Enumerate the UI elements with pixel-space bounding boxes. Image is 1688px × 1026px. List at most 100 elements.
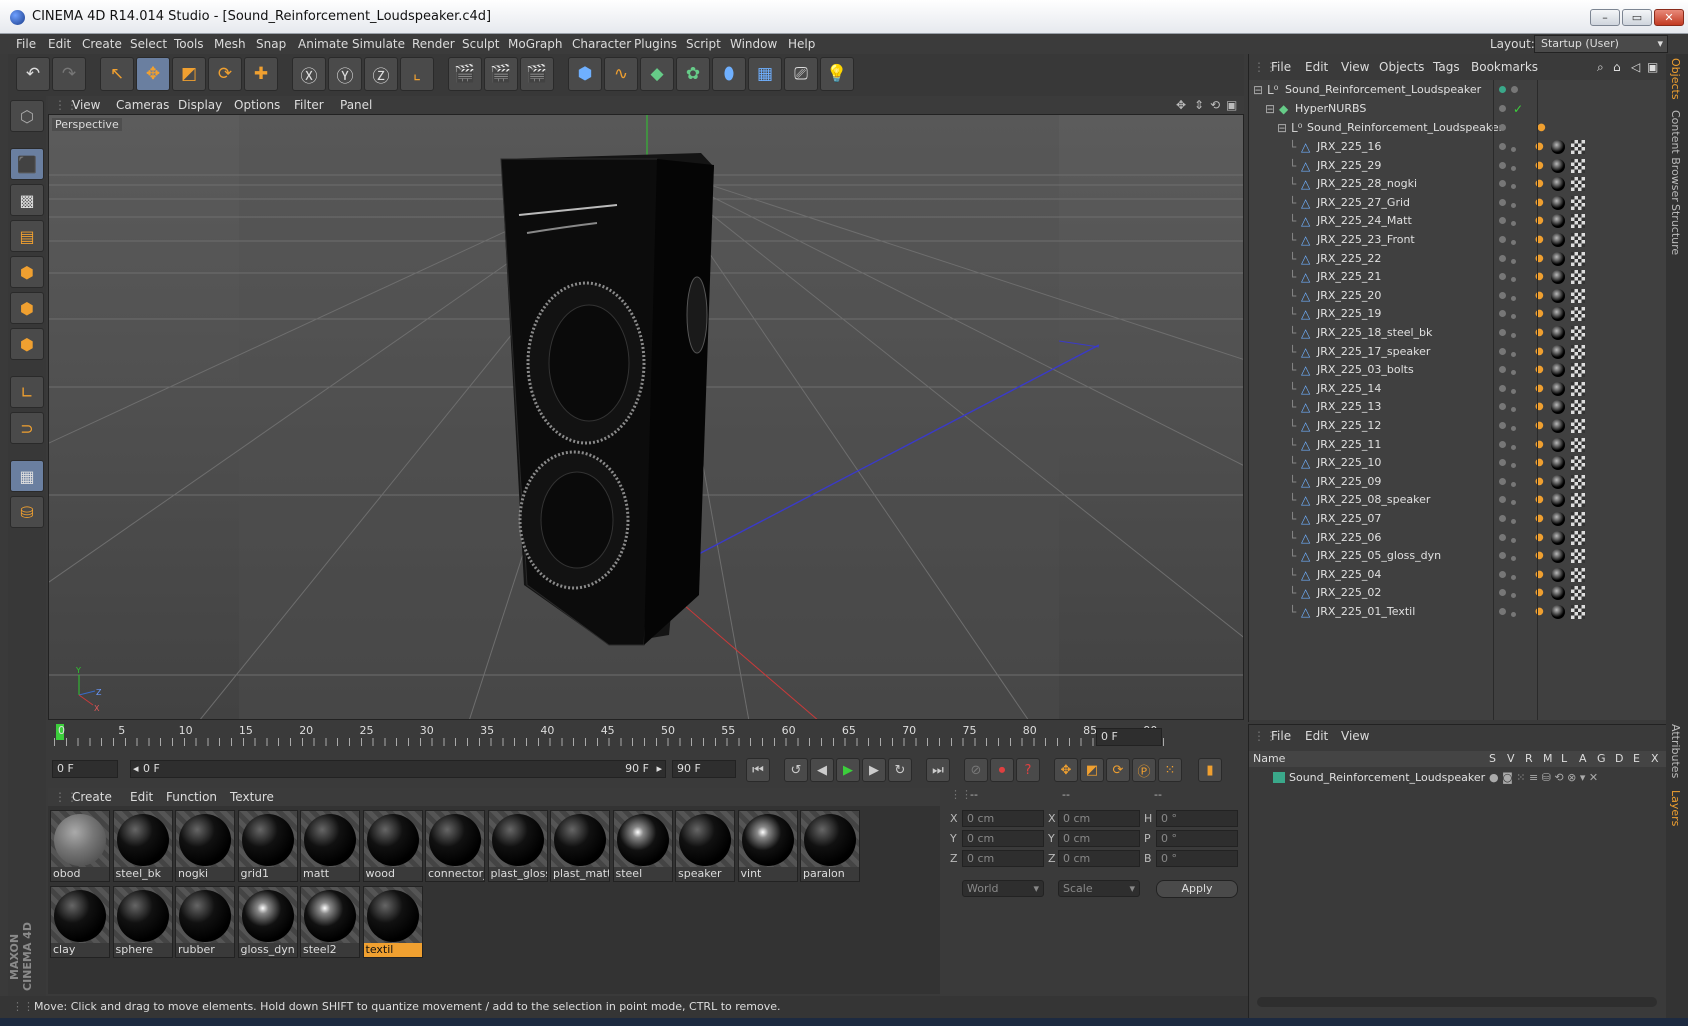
object-row[interactable]: └ △ JRX_225_01_Textil ● <box>1249 602 1667 622</box>
viewport-menu-view[interactable]: View <box>72 98 100 112</box>
editor-visibility-dot-icon[interactable] <box>1499 236 1506 243</box>
layout-dropdown[interactable]: Startup (User) ▾ <box>1534 35 1668 53</box>
material-tag-icon[interactable] <box>1551 140 1565 154</box>
object-row[interactable]: └ △ JRX_225_19 ● <box>1249 304 1667 324</box>
layer-col-s[interactable]: S <box>1489 752 1496 765</box>
editor-visibility-dot-icon[interactable] <box>1499 273 1506 281</box>
object-row[interactable]: └ △ JRX_225_16 ● <box>1249 137 1667 157</box>
next-frame-button[interactable]: ▶ <box>862 758 886 782</box>
maximize-button[interactable]: ▭ <box>1622 9 1652 26</box>
material-tag-icon[interactable] <box>1551 363 1565 378</box>
material-tag-icon[interactable] <box>1551 530 1565 545</box>
material-swatch[interactable]: plast_gloss <box>487 810 548 882</box>
key-parameter-button[interactable]: Ⓟ <box>1132 758 1156 782</box>
uvw-tag-icon[interactable] <box>1571 195 1585 210</box>
material-swatch[interactable]: plast_matt <box>550 810 610 882</box>
previous-key-button[interactable]: ↺ <box>784 758 808 782</box>
menu-create[interactable]: Create <box>82 37 122 51</box>
menu-window[interactable]: Window <box>730 37 777 51</box>
key-position-button[interactable]: ✥ <box>1054 758 1078 782</box>
render-visibility-dot-icon[interactable] <box>1511 351 1516 357</box>
uvw-tag-icon[interactable] <box>1571 419 1585 433</box>
uvw-tag-icon[interactable] <box>1571 512 1585 526</box>
layer-menu-edit[interactable]: Edit <box>1305 729 1328 743</box>
material-tag-icon[interactable] <box>1551 586 1565 601</box>
perspective-viewport[interactable]: Y Z X Perspective <box>48 114 1244 720</box>
editor-visibility-dot-icon[interactable] <box>1499 366 1506 374</box>
editor-visibility-dot-icon[interactable] <box>1499 515 1506 522</box>
uvw-tag-icon[interactable] <box>1571 233 1585 247</box>
uvw-tag-icon[interactable] <box>1571 326 1585 340</box>
layer-col-name[interactable]: Name <box>1253 752 1285 765</box>
workplane-mode-button[interactable]: ▤ <box>10 220 44 252</box>
search-icon[interactable]: ⌕ <box>1597 60 1604 75</box>
tab-layers[interactable]: Layers <box>1669 790 1682 826</box>
rotation-p-field[interactable]: 0 ° <box>1156 830 1238 847</box>
material-tag-icon[interactable] <box>1551 381 1565 396</box>
material-swatch[interactable]: vint <box>737 810 798 882</box>
autokey-button[interactable]: ⏺ <box>990 758 1014 782</box>
menu-snap[interactable]: Snap <box>256 37 286 51</box>
array-button[interactable]: ✿ <box>676 57 710 91</box>
uvw-tag-icon[interactable] <box>1571 344 1585 359</box>
object-row-hypernurbs[interactable]: ⊟ ◆ HyperNURBS ✓ <box>1249 99 1667 119</box>
object-row[interactable]: └ △ JRX_225_22 ● <box>1249 249 1667 269</box>
key-scale-button[interactable]: ◩ <box>1080 758 1104 782</box>
render-visibility-dot-icon[interactable] <box>1511 537 1516 543</box>
menu-mograph[interactable]: MoGraph <box>508 37 563 51</box>
object-row[interactable]: └ △ JRX_225_06 ● <box>1249 528 1667 548</box>
material-tag-icon[interactable] <box>1551 400 1565 415</box>
layer-col-e[interactable]: E <box>1633 752 1640 765</box>
rotate-tool-button[interactable]: ⟳ <box>208 57 242 91</box>
zoom-view-icon[interactable]: ⇕ <box>1194 98 1204 112</box>
uvw-tag-icon[interactable] <box>1571 140 1585 154</box>
om-menu-file[interactable]: File <box>1271 60 1291 74</box>
viewport-menu-options[interactable]: Options <box>234 98 280 112</box>
object-row[interactable]: └ △ JRX_225_10 ● <box>1249 453 1667 473</box>
editor-visibility-dot-icon[interactable] <box>1499 143 1506 150</box>
uvw-tag-icon[interactable] <box>1571 586 1585 601</box>
polygons-mode-button[interactable]: ⬢ <box>10 328 44 360</box>
editor-visibility-dot-icon[interactable] <box>1499 254 1506 262</box>
uvw-tag-icon[interactable] <box>1571 158 1585 173</box>
object-row[interactable]: └ △ JRX_225_02 ● <box>1249 583 1667 603</box>
material-swatch[interactable]: connector_ <box>425 810 485 882</box>
material-swatch[interactable]: wood <box>362 810 423 882</box>
om-menu-bookmarks[interactable]: Bookmarks <box>1471 60 1538 74</box>
om-menu-view[interactable]: View <box>1341 60 1369 74</box>
editor-visibility-dot-icon[interactable] <box>1499 589 1506 597</box>
uvw-tag-icon[interactable] <box>1571 437 1585 452</box>
editor-visibility-dot-icon[interactable] <box>1499 198 1506 206</box>
render-picture-viewer-button[interactable]: 🎬 <box>484 57 518 91</box>
object-row[interactable]: └ △ JRX_225_12 ● <box>1249 416 1667 436</box>
uvw-tag-icon[interactable] <box>1571 605 1585 619</box>
collapse-icon[interactable]: ⊟ <box>1277 121 1287 135</box>
menu-script[interactable]: Script <box>686 37 721 51</box>
render-visibility-dot-icon[interactable] <box>1511 184 1516 190</box>
material-tag-icon[interactable] <box>1551 214 1565 229</box>
material-tag-icon[interactable] <box>1551 493 1565 508</box>
render-visibility-dot-icon[interactable] <box>1511 407 1516 413</box>
size-y-field[interactable]: 0 cm <box>1058 830 1140 847</box>
tab-structure[interactable]: Structure <box>1669 204 1682 255</box>
material-tag-icon[interactable] <box>1551 419 1565 433</box>
uvw-tag-icon[interactable] <box>1571 307 1585 322</box>
material-swatch[interactable]: steel_bk <box>112 810 173 882</box>
layer-col-g[interactable]: G <box>1597 752 1606 765</box>
spline-button[interactable]: ∿ <box>604 57 638 91</box>
camera-button[interactable]: ⎚ <box>784 57 818 91</box>
render-visibility-dot-icon[interactable] <box>1511 202 1516 208</box>
object-row[interactable]: └ △ JRX_225_20 ● <box>1249 286 1667 306</box>
uvw-tag-icon[interactable] <box>1571 474 1585 489</box>
current-frame-field[interactable]: 0 F <box>1096 728 1162 746</box>
editor-visibility-dot-icon[interactable] <box>1499 422 1506 429</box>
editor-visibility-dot-icon[interactable] <box>1499 310 1506 318</box>
key-pla-button[interactable]: ⁙ <box>1158 758 1182 782</box>
render-settings-button[interactable]: 🎬 <box>520 57 554 91</box>
object-row-root[interactable]: ⊟ L⁰ Sound_Reinforcement_Loudspeaker <box>1249 80 1667 100</box>
render-visibility-dot-icon[interactable] <box>1511 612 1516 617</box>
back-icon[interactable]: ◁ <box>1631 60 1640 74</box>
material-swatch[interactable]: steel2 <box>300 886 360 958</box>
material-swatch[interactable]: matt <box>300 810 360 882</box>
editor-visibility-dot-icon[interactable] <box>1499 217 1506 225</box>
